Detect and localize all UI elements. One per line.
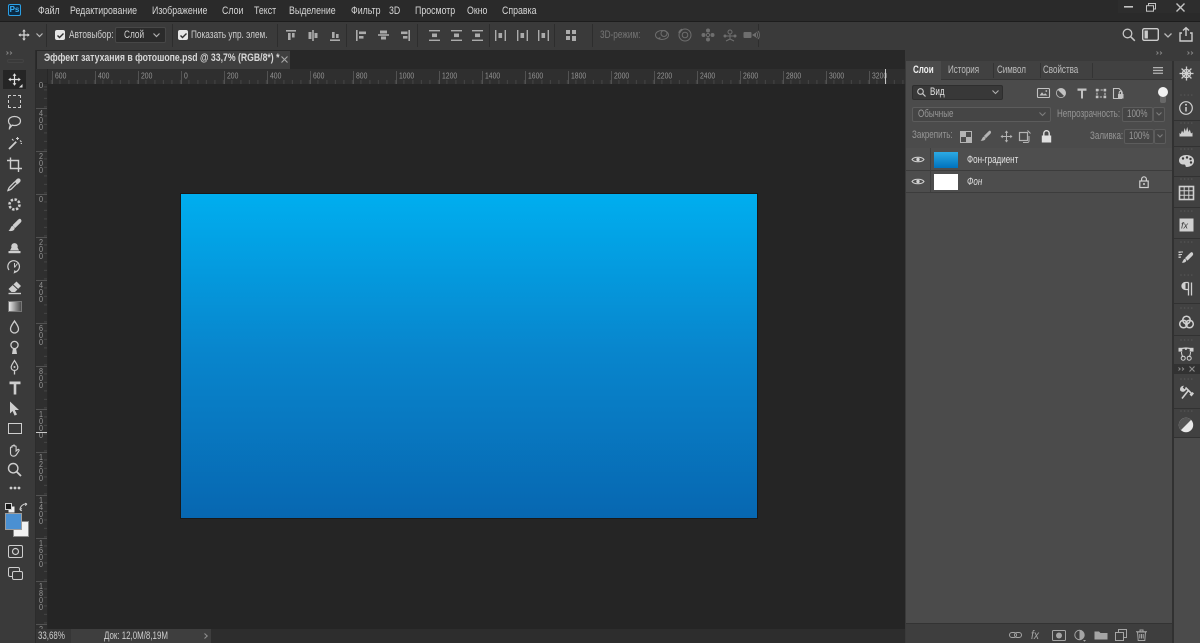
svg-text:fx: fx [1181, 221, 1189, 231]
